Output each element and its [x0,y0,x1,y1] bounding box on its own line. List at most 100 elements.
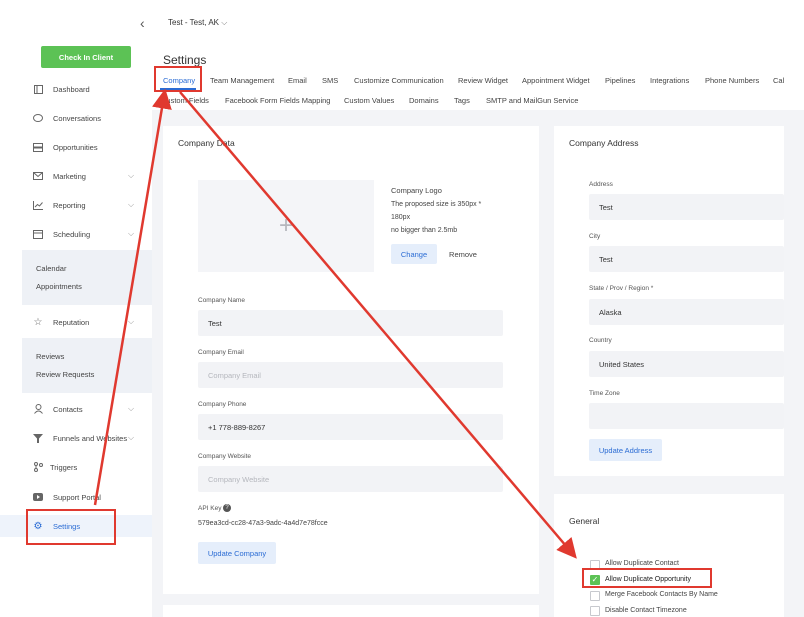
chevron-down-icon: ⌵ [128,229,135,238]
sidebar-item-conversations[interactable]: Conversations [0,107,152,129]
location-name: Test - Test, AK [168,18,219,27]
sidebar-item-marketing[interactable]: Marketing ⌵ [0,165,152,187]
plus-icon: + [278,212,293,239]
collapse-sidebar-icon[interactable]: ‹ [140,15,145,31]
sidebar-item-label: Opportunities [53,142,98,152]
tab-appointment-widget[interactable]: Appointment Widget [522,76,590,85]
chevron-down-icon: ⌵ [128,200,135,209]
company-phone-input[interactable]: +1 778-889-8267 [198,414,503,440]
card-title: Company Address [569,138,639,148]
tab-review-widget[interactable]: Review Widget [458,76,508,85]
card-title: General [569,516,600,526]
update-company-button[interactable]: Update Company [198,542,276,564]
company-phone-label: Company Phone [198,401,247,408]
location-switcher[interactable]: Test - Test, AK ⌵ [168,18,227,28]
tab-facebook-form-fields[interactable]: Facebook Form Fields Mapping [225,96,330,105]
sidebar-item-contacts[interactable]: Contacts ⌵ [0,398,152,420]
timezone-label: Time Zone [589,390,620,397]
sidebar-item-reporting[interactable]: Reporting ⌵ [0,194,152,216]
tab-calendars[interactable]: Cal [773,76,784,85]
sidebar-subitem-reviews[interactable]: Reviews [36,352,64,361]
address-input[interactable]: Test [589,194,784,220]
sidebar-item-funnels[interactable]: Funnels and Websites ⌵ [0,427,152,449]
checkbox-label: Disable Contact Timezone [605,607,687,614]
merge-facebook-contacts-checkbox[interactable] [590,591,600,601]
sidebar-item-triggers[interactable]: Triggers [0,456,152,478]
sidebar-item-dashboard[interactable]: Dashboard [0,78,152,100]
tab-integrations[interactable]: Integrations [650,76,689,85]
video-icon [33,492,43,502]
country-select[interactable]: United States [589,351,784,377]
tab-custom-values[interactable]: Custom Values [344,96,394,105]
company-email-input[interactable]: Company Email [198,362,503,388]
chevron-down-icon: ⌵ [128,171,135,180]
update-address-button[interactable]: Update Address [589,439,662,461]
company-name-label: Company Name [198,297,245,304]
sidebar-item-scheduling[interactable]: Scheduling ⌵ [0,223,152,245]
sidebar-item-label: Funnels and Websites [53,433,128,443]
company-website-input[interactable]: Company Website [198,466,503,492]
remove-logo-button[interactable]: Remove [440,244,486,264]
chart-icon [33,200,43,210]
sidebar-item-opportunities[interactable]: Opportunities [0,136,152,158]
reputation-submenu [22,338,152,393]
tab-team-management[interactable]: Team Management [210,76,274,85]
company-website-label: Company Website [198,453,251,460]
annotation-box-company-tab [154,66,202,92]
sidebar-item-label: Reputation [53,317,90,327]
tab-customize-communication[interactable]: Customize Communication [354,76,444,85]
chevron-down-icon: ⌵ [221,18,228,27]
sidebar-item-label: Marketing [53,171,86,181]
change-logo-button[interactable]: Change [391,244,437,264]
scheduling-submenu [22,250,152,305]
company-name-input[interactable]: Test [198,310,503,336]
logo-hint: 180px [391,214,411,221]
api-key-value: 579ea3cd-cc28-47a3-9adc-4a4d7e78fcce [198,520,328,527]
layers-icon [33,142,43,152]
country-label: Country [589,337,612,344]
sidebar-item-label: Support Portal [53,492,101,502]
tab-domains[interactable]: Domains [409,96,439,105]
tab-pipelines[interactable]: Pipelines [605,76,635,85]
sidebar-subitem-review-requests[interactable]: Review Requests [36,370,94,379]
tab-smtp-mailgun[interactable]: SMTP and MailGun Service [486,96,578,105]
city-label: City [589,233,601,240]
tab-sms[interactable]: SMS [322,76,338,85]
sidebar-item-label: Scheduling [53,229,91,239]
logo-hint: The proposed size is 350px * [391,201,482,208]
next-card [163,605,539,617]
state-label: State / Prov / Region * [589,285,654,292]
checkbox-label: Merge Facebook Contacts By Name [605,591,718,598]
sidebar-subitem-appointments[interactable]: Appointments [36,282,82,291]
tab-custom-fields[interactable]: Custom Fields [161,96,209,105]
tab-email[interactable]: Email [288,76,307,85]
sidebar-item-reputation[interactable]: ☆ Reputation ⌵ [0,311,152,333]
sidebar-item-label: Reporting [53,200,86,210]
sidebar-subitem-calendar[interactable]: Calendar [36,264,66,273]
mail-icon [33,171,43,181]
star-icon: ☆ [33,316,43,328]
city-input[interactable]: Test [589,246,784,272]
funnel-icon [33,433,43,443]
tab-tags[interactable]: Tags [454,96,470,105]
help-icon[interactable]: ? [223,504,231,512]
general-card [554,494,784,617]
state-input[interactable]: Alaska [589,299,784,325]
tab-phone-numbers[interactable]: Phone Numbers [705,76,759,85]
sidebar-item-label: Dashboard [53,84,90,94]
chevron-down-icon: ⌵ [128,317,135,326]
calendar-icon [33,229,43,239]
logo-label: Company Logo [391,186,442,195]
disable-contact-timezone-checkbox[interactable] [590,606,600,616]
annotation-box-settings [26,509,116,545]
company-email-label: Company Email [198,349,244,356]
chevron-down-icon: ⌵ [128,433,135,442]
logo-upload-area[interactable]: + [198,180,374,272]
branch-icon [33,462,43,472]
sidebar-item-support-portal[interactable]: Support Portal [0,486,152,508]
check-in-client-button[interactable]: Check In Client [41,46,131,68]
timezone-select[interactable] [589,403,784,429]
user-icon [33,404,43,414]
api-key-label: API Key [198,505,222,512]
page-title: Settings [163,53,207,67]
